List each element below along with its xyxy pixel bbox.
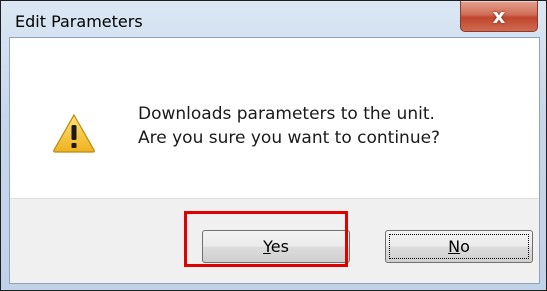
yes-button-highlight (184, 211, 348, 267)
message-text: Downloads parameters to the unit. Are yo… (138, 102, 440, 150)
dialog-title: Edit Parameters (15, 12, 143, 31)
message-line-2: Are you sure you want to continue? (138, 128, 441, 148)
warning-icon (53, 113, 95, 153)
title-bar[interactable]: Edit Parameters x (1, 1, 546, 37)
close-icon: x (492, 4, 506, 28)
no-button[interactable]: No (385, 230, 533, 263)
close-button[interactable]: x (460, 1, 538, 32)
message-line-1: Downloads parameters to the unit. (138, 104, 435, 124)
focus-rectangle (389, 234, 529, 259)
